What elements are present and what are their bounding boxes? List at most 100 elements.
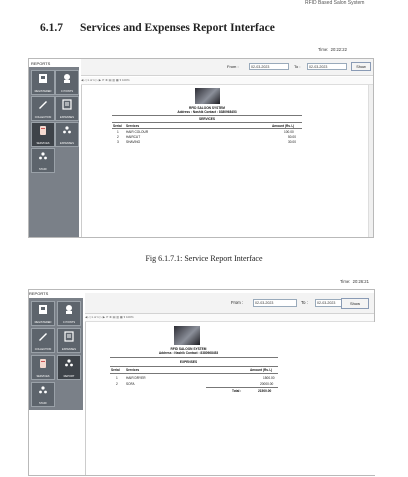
users-icon (65, 359, 73, 367)
sidebar-btn-expenses[interactable]: EXPENSES (57, 328, 81, 353)
report-heading: EXPENSES (179, 360, 198, 364)
row-serial: 1 (117, 130, 119, 134)
row-amount: 50.00 (288, 135, 296, 139)
report-address: Address : Nashik Contact : 8380968453 (177, 110, 237, 114)
show-button[interactable]: Show (341, 298, 369, 309)
points-icon (64, 74, 70, 83)
expenses-icon (64, 331, 74, 342)
time-value: 20:22:22 (330, 47, 347, 52)
row-service: SOFA (126, 382, 135, 386)
expenses-icon (62, 99, 72, 110)
row-amount: 30.00 (288, 140, 296, 144)
salon-logo-image (195, 88, 220, 104)
fig1-caption: Fig 6.1.7.1: Service Report Interface (145, 254, 263, 263)
reports-label: REPORTS (31, 61, 51, 66)
divider (112, 128, 302, 129)
points-icon (66, 305, 72, 314)
sidebar-btn-staff[interactable]: STAFF (31, 382, 55, 407)
divider (206, 387, 278, 388)
report-viewer-toolbar[interactable]: ◀ ◁ 1 of 1 ▷ ▶ ⟳ ⊗ ▤ ▥ ▦ ▾ 100% (81, 77, 373, 85)
report-page: RFID SALOON SYSTEM Address : Nashik Cont… (81, 85, 369, 237)
sidebar-btn-services[interactable]: SERVICES (31, 355, 55, 380)
total-label: Total : (232, 389, 242, 393)
sidebar-label: SERVICES (36, 142, 50, 145)
row-serial: 1 (116, 376, 118, 380)
sidebar-label: C POINTS (62, 321, 76, 324)
report-address: Address : Nashik Contact : 8380968453 (158, 351, 219, 355)
fig2-time: Time: 20:26:21 (340, 279, 369, 284)
sidebar-label: SERVICES (36, 375, 50, 378)
from-label: From : (227, 64, 239, 69)
reports-label: REPORTS (29, 291, 49, 296)
report-page: RFID SALOON SYSTEM Address : Nashik Cont… (85, 322, 375, 475)
row-service: HAIR COLOUR (126, 130, 149, 134)
divider (110, 373, 278, 374)
report-heading: SERVICES (198, 117, 216, 121)
services-icon (40, 126, 46, 135)
sidebar-btn-registered[interactable]: REGISTERED (31, 301, 55, 326)
section-title-text: Services and Expenses Report Interface (80, 22, 275, 34)
sidebar-label: REPORT (63, 375, 75, 378)
toolbar-controls[interactable]: ◀ ◁ 1 of 1 ▷ ▶ ⟳ ⊗ ▤ ▥ ▦ ▾ 100% (85, 315, 134, 319)
sidebar-label: EXPENSES (62, 348, 76, 351)
sidebar-btn-collection[interactable]: COLLECTION (31, 96, 55, 121)
date-filter-bar: From : 02-03-2023 To : 02-03-2023 Show (81, 59, 373, 76)
total-amount: 21500.00 (258, 389, 272, 393)
row-serial: 2 (116, 382, 118, 386)
row-amount: 20000.00 (260, 382, 274, 386)
sidebar-btn-cpoints[interactable]: C POINTS (55, 70, 79, 95)
staff-icon (39, 386, 47, 394)
reports-sidebar: REGISTERED C POINTS COLLECTION EXPENSES … (29, 67, 79, 237)
divider (112, 122, 302, 123)
staff-icon (39, 152, 47, 160)
salon-logo-image (174, 326, 200, 345)
time-label: Time: (318, 47, 329, 52)
show-button[interactable]: Show (351, 62, 371, 71)
reports-sidebar: REGISTERED C POINTS COLLECTION EXPENSES … (29, 298, 83, 410)
sidebar-btn-expenses-report[interactable]: REPORT (57, 355, 81, 380)
to-label: To : (294, 64, 301, 69)
fig2-screenshot: REPORTS REGISTERED C POINTS COLLECTION E… (28, 289, 375, 476)
sidebar-btn-collection[interactable]: COLLECTION (31, 328, 55, 353)
row-service: HAIRCUT (126, 135, 141, 139)
from-date-field[interactable]: 02-03-2023 (253, 299, 297, 307)
time-label: Time: (340, 279, 351, 284)
row-service: HAIR DRYER (126, 376, 146, 380)
collection-icon (39, 333, 47, 341)
date-filter-bar: From : 02-03-2023 To : 02-03-2023 (85, 293, 374, 314)
services-icon (40, 359, 46, 368)
sidebar-label: COLLECTION (34, 348, 52, 351)
from-date-field[interactable]: 02-03-2023 (249, 63, 289, 70)
to-label: To : (301, 300, 308, 305)
sidebar-btn-services[interactable]: SERVICES (31, 122, 55, 147)
vertical-scrollbar[interactable] (368, 85, 373, 237)
sidebar-btn-expenses[interactable]: EXPENSES (55, 96, 79, 121)
page-running-header: RFID Based Salon System (305, 0, 365, 6)
collection-icon (39, 101, 47, 109)
sidebar-btn-cpoints[interactable]: C POINTS (57, 301, 81, 326)
section-title: 6.1.7 Services and Expenses Report Interf… (40, 22, 275, 34)
sidebar-label: REGISTERED (34, 321, 52, 324)
sidebar-label: COLLECTION (34, 116, 52, 119)
sidebar-btn-staff[interactable]: STAFF (31, 148, 55, 173)
row-serial: 3 (117, 140, 119, 144)
divider (110, 366, 278, 367)
divider (110, 357, 278, 358)
register-icon (39, 74, 47, 83)
sidebar-label: EXPENSES (60, 142, 74, 145)
section-number: 6.1.7 (40, 22, 63, 34)
fig1-time: Time: 20:22:22 (318, 47, 347, 52)
sidebar-label: EXPENSES (60, 116, 74, 119)
users-icon (63, 126, 71, 134)
toolbar-controls[interactable]: ◀ ◁ 1 of 1 ▷ ▶ ⟳ ⊗ ▤ ▥ ▦ ▾ 100% (81, 78, 130, 82)
sidebar-btn-registered[interactable]: REGISTERED (31, 70, 55, 95)
row-serial: 2 (117, 135, 119, 139)
sidebar-btn-expenses-report[interactable]: EXPENSES (55, 122, 79, 147)
sidebar-label: STAFF (38, 402, 48, 405)
sidebar-label: REGISTERED (34, 90, 52, 93)
sidebar-label: C POINTS (60, 90, 74, 93)
col-amount: Amount (Rs./-) (250, 368, 272, 372)
report-viewer-toolbar[interactable]: ◀ ◁ 1 of 1 ▷ ▶ ⟳ ⊗ ▤ ▥ ▦ ▾ 100% (85, 314, 374, 322)
sidebar-label: STAFF (38, 168, 48, 171)
to-date-field[interactable]: 02-03-2023 (307, 63, 347, 70)
